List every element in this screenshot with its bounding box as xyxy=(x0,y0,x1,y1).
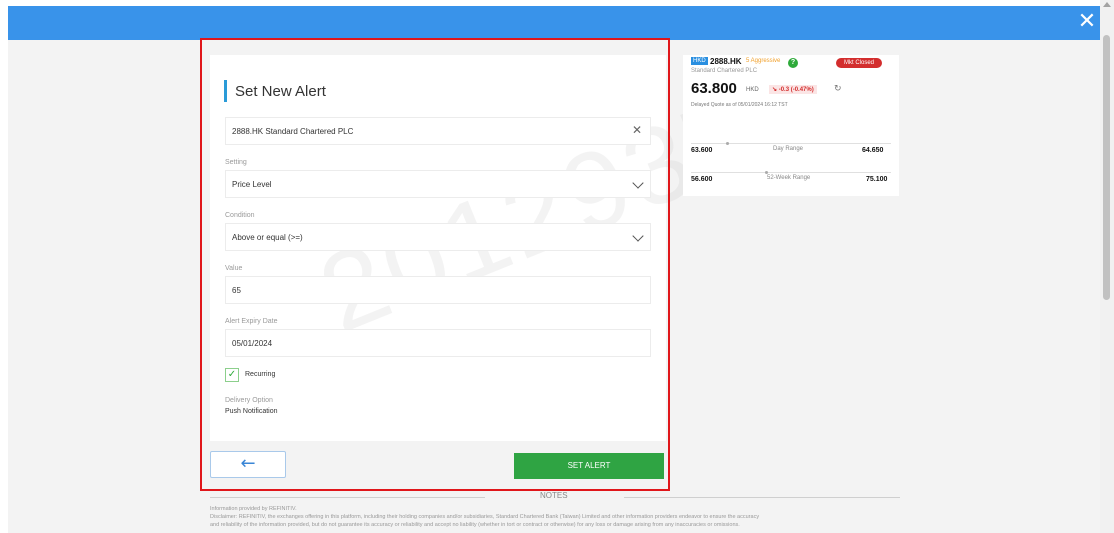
notes-divider-right xyxy=(624,497,900,498)
stock-search-value: 2888.HK Standard Chartered PLC xyxy=(232,126,354,136)
day-range-marker xyxy=(726,142,729,145)
condition-select[interactable]: Above or equal (>=) xyxy=(225,223,651,251)
close-icon[interactable]: ✕ xyxy=(1076,9,1098,35)
condition-selected-value: Above or equal (>=) xyxy=(232,232,303,242)
stock-price: 63.800 xyxy=(691,80,737,97)
value-input-text: 65 xyxy=(232,285,241,295)
notes-divider-left xyxy=(210,497,485,498)
price-currency: HKD xyxy=(746,87,759,93)
exchange-badge: HKD xyxy=(691,57,708,65)
day-range-bar xyxy=(691,143,891,144)
chevron-down-icon xyxy=(632,177,644,189)
stock-search-input[interactable]: 2888.HK Standard Chartered PLC ✕ xyxy=(225,117,651,145)
condition-label: Condition xyxy=(225,212,255,219)
help-icon[interactable]: ? xyxy=(788,58,798,68)
recurring-checkbox[interactable]: ✓ xyxy=(225,368,239,382)
delivery-option-value: Push Notification xyxy=(225,408,278,415)
day-range-high: 64.650 xyxy=(862,147,884,154)
setting-selected-value: Price Level xyxy=(232,179,272,189)
company-name: Standard Chartered PLC xyxy=(691,68,758,74)
modal-header-bar xyxy=(8,6,1100,40)
chevron-down-icon xyxy=(632,230,644,242)
set-alert-button[interactable]: SET ALERT xyxy=(514,453,664,479)
delayed-quote-text: Delayed Quote as of 05/01/2024 16:12 TST xyxy=(691,102,788,108)
day-range-low: 63.600 xyxy=(691,147,713,154)
notes-disclaimer-line-2: and reliability of the information provi… xyxy=(210,522,740,528)
value-input[interactable]: 65 xyxy=(225,276,651,304)
notes-source-line: Information provided by REFINITIV. xyxy=(210,506,297,512)
week-range-label: 52-Week Range xyxy=(767,175,811,181)
recurring-label: Recurring xyxy=(245,371,276,378)
week-range-marker xyxy=(765,171,768,174)
risk-level: 5 Aggressive xyxy=(746,58,781,64)
down-trend-icon: ↘ xyxy=(772,87,778,93)
week-range-bar xyxy=(691,172,891,173)
back-arrow-icon: ← xyxy=(240,453,256,474)
title-accent-bar xyxy=(224,80,227,102)
day-range-label: Day Range xyxy=(773,146,804,152)
notes-disclaimer-line-1: Disclaimer: REFINITIV, the exchanges off… xyxy=(210,514,760,520)
price-change-badge: ↘ -0.3 (-0.47%) xyxy=(769,85,817,94)
delivery-option-label: Delivery Option xyxy=(225,397,273,404)
week-range-low: 56.600 xyxy=(691,176,713,183)
value-label: Value xyxy=(225,265,243,272)
price-change-value: -0.3 (-0.47%) xyxy=(778,87,814,93)
scrollbar-thumb[interactable] xyxy=(1103,35,1110,300)
expiry-date-label: Alert Expiry Date xyxy=(225,318,278,325)
ticker-symbol: 2888.HK xyxy=(710,57,742,66)
form-title-wrap: Set New Alert xyxy=(224,80,326,102)
clear-icon[interactable]: ✕ xyxy=(632,123,642,137)
refresh-icon[interactable]: ↻ xyxy=(834,84,842,94)
setting-label: Setting xyxy=(225,159,247,166)
setting-select[interactable]: Price Level xyxy=(225,170,651,198)
expiry-date-input[interactable]: 05/01/2024 xyxy=(225,329,651,357)
notes-title: NOTES xyxy=(540,491,568,500)
expiry-date-value: 05/01/2024 xyxy=(232,338,273,348)
back-button[interactable]: ← xyxy=(210,451,286,478)
week-range-high: 75.100 xyxy=(866,176,888,183)
scroll-up-arrow-icon[interactable] xyxy=(1103,2,1111,7)
page-title: Set New Alert xyxy=(235,82,326,100)
market-status-badge: Mkt Closed xyxy=(836,58,883,68)
